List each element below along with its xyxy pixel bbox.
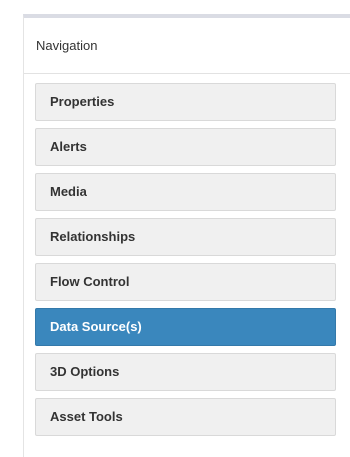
nav-item-3d-options[interactable]: 3D Options — [35, 353, 336, 391]
nav-item-relationships[interactable]: Relationships — [35, 218, 336, 256]
navigation-panel: Navigation Properties Alerts Media Relat… — [23, 14, 350, 457]
nav-item-asset-tools[interactable]: Asset Tools — [35, 398, 336, 436]
panel-heading: Navigation — [24, 18, 350, 74]
nav-list: Properties Alerts Media Relationships Fl… — [35, 83, 336, 443]
nav-item-properties[interactable]: Properties — [35, 83, 336, 121]
nav-item-flow-control[interactable]: Flow Control — [35, 263, 336, 301]
nav-item-alerts[interactable]: Alerts — [35, 128, 336, 166]
nav-item-data-sources[interactable]: Data Source(s) — [35, 308, 336, 346]
nav-item-media[interactable]: Media — [35, 173, 336, 211]
